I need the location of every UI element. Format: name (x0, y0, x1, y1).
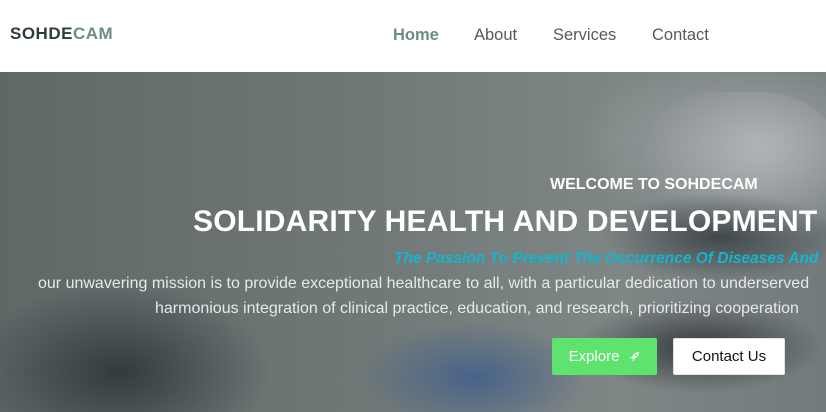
rocket-icon (628, 351, 640, 363)
hero-welcome-text: WELCOME TO SOHDECAM (550, 176, 758, 193)
nav-link-about[interactable]: About (474, 26, 517, 45)
nav-link-home[interactable]: Home (393, 26, 439, 45)
hero-tagline: The Passion To Prevent The Occurrence Of… (394, 250, 819, 267)
contact-us-button[interactable]: Contact Us (673, 338, 785, 375)
nav-link-contact[interactable]: Contact (652, 26, 709, 45)
hero-section: WELCOME TO SOHDECAM SOLIDARITY HEALTH AN… (0, 72, 826, 412)
main-nav: Home About Services Contact (0, 26, 826, 46)
hero-headline: SOLIDARITY HEALTH AND DEVELOPMENT CAMERO… (193, 205, 826, 238)
top-navbar: SOHDECAM Home About Services Contact (0, 0, 826, 72)
explore-button[interactable]: Explore (552, 338, 657, 375)
explore-button-label: Explore (568, 348, 620, 365)
hero-description-line-1: our unwavering mission is to provide exc… (38, 275, 810, 292)
hero-description-line-2: harmonious integration of clinical pract… (155, 300, 799, 317)
nav-link-services[interactable]: Services (553, 26, 616, 45)
